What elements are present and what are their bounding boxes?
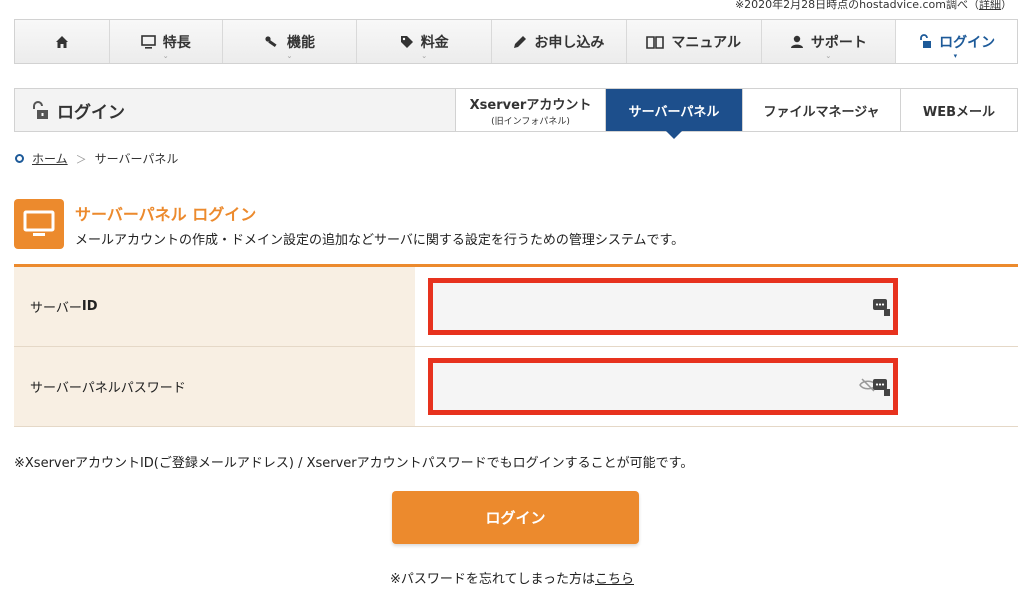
nav-manual[interactable]: マニュアル xyxy=(626,20,762,63)
server-id-label: サーバー ID xyxy=(14,267,415,346)
password-input[interactable] xyxy=(433,363,893,410)
breadcrumb: ホーム ＞ サーバーパネル xyxy=(15,150,178,167)
chevron-down-icon: ⌄ xyxy=(825,52,832,60)
nav-home[interactable] xyxy=(15,20,110,63)
unlock-icon xyxy=(33,100,48,119)
server-id-input[interactable] xyxy=(433,283,893,330)
global-nav: 特長 ⌄ 機能 ⌄ 料金 ⌄ お申し込み マニュアル サポート ⌄ ログイン ▾ xyxy=(14,19,1018,64)
server-id-row: サーバー ID xyxy=(14,267,1018,347)
book-icon xyxy=(646,35,665,49)
pencil-icon xyxy=(514,35,527,48)
tools-icon xyxy=(265,35,277,47)
login-subbar: ログイン Xserverアカウント (旧インフォパネル) サーバーパネル ファイ… xyxy=(14,88,1018,139)
forgot-password-link[interactable]: こちら xyxy=(595,572,634,587)
circle-icon xyxy=(15,154,24,163)
tab-server-panel[interactable]: サーバーパネル xyxy=(605,89,742,139)
tab-file-manager[interactable]: ファイルマネージャ xyxy=(742,89,900,131)
nav-features[interactable]: 特長 ⌄ xyxy=(109,20,223,63)
nav-apply[interactable]: お申し込み xyxy=(492,20,627,63)
section-title: ログイン xyxy=(15,89,455,131)
monitor-icon xyxy=(14,199,64,249)
chevron-down-icon: ▾ xyxy=(953,52,958,60)
page-title: サーバーパネル ログイン xyxy=(75,205,257,224)
nav-support[interactable]: サポート ⌄ xyxy=(761,20,897,63)
breadcrumb-separator: ＞ xyxy=(75,152,87,166)
password-field-highlight xyxy=(428,358,898,415)
password-manager-icon xyxy=(873,299,890,316)
breadcrumb-home[interactable]: ホーム xyxy=(32,150,68,167)
nav-pricing[interactable]: 料金 ⌄ xyxy=(357,20,493,63)
details-link[interactable]: 詳細 xyxy=(979,0,1001,11)
login-button[interactable]: ログイン xyxy=(392,491,639,544)
nav-functions[interactable]: 機能 ⌄ xyxy=(222,20,358,63)
nav-login[interactable]: ログイン ▾ xyxy=(896,20,1018,63)
password-label: サーバーパネルパスワード xyxy=(14,347,415,426)
tab-xserver-account[interactable]: Xserverアカウント (旧インフォパネル) xyxy=(455,89,605,131)
home-icon xyxy=(55,35,68,48)
password-row: サーバーパネルパスワード xyxy=(14,347,1018,427)
chevron-down-icon: ⌄ xyxy=(162,52,169,60)
monitor-icon xyxy=(140,34,156,49)
login-note: ※XserverアカウントID(ご登録メールアドレス) / Xserverアカウ… xyxy=(14,456,694,471)
top-note: ※2020年2月28日時点のhostadvice.com調べ（詳細） xyxy=(734,0,1012,11)
chevron-down-icon: ⌄ xyxy=(421,52,428,60)
breadcrumb-current: サーバーパネル xyxy=(94,152,179,166)
unlock-icon xyxy=(920,34,932,48)
user-icon xyxy=(790,35,803,48)
server-id-field-highlight xyxy=(428,278,898,335)
forgot-password: ※パスワードを忘れてしまった方はこちら xyxy=(390,572,634,587)
login-form: サーバー ID サーバーパネルパスワード xyxy=(14,264,1018,427)
page-description: メールアカウントの作成・ドメイン設定の追加などサーバに関する設定を行うための管理… xyxy=(75,233,685,248)
tab-webmail[interactable]: WEBメール xyxy=(900,89,1017,131)
chevron-down-icon: ⌄ xyxy=(286,52,293,60)
tag-icon xyxy=(400,35,413,48)
password-manager-icon xyxy=(873,379,890,396)
